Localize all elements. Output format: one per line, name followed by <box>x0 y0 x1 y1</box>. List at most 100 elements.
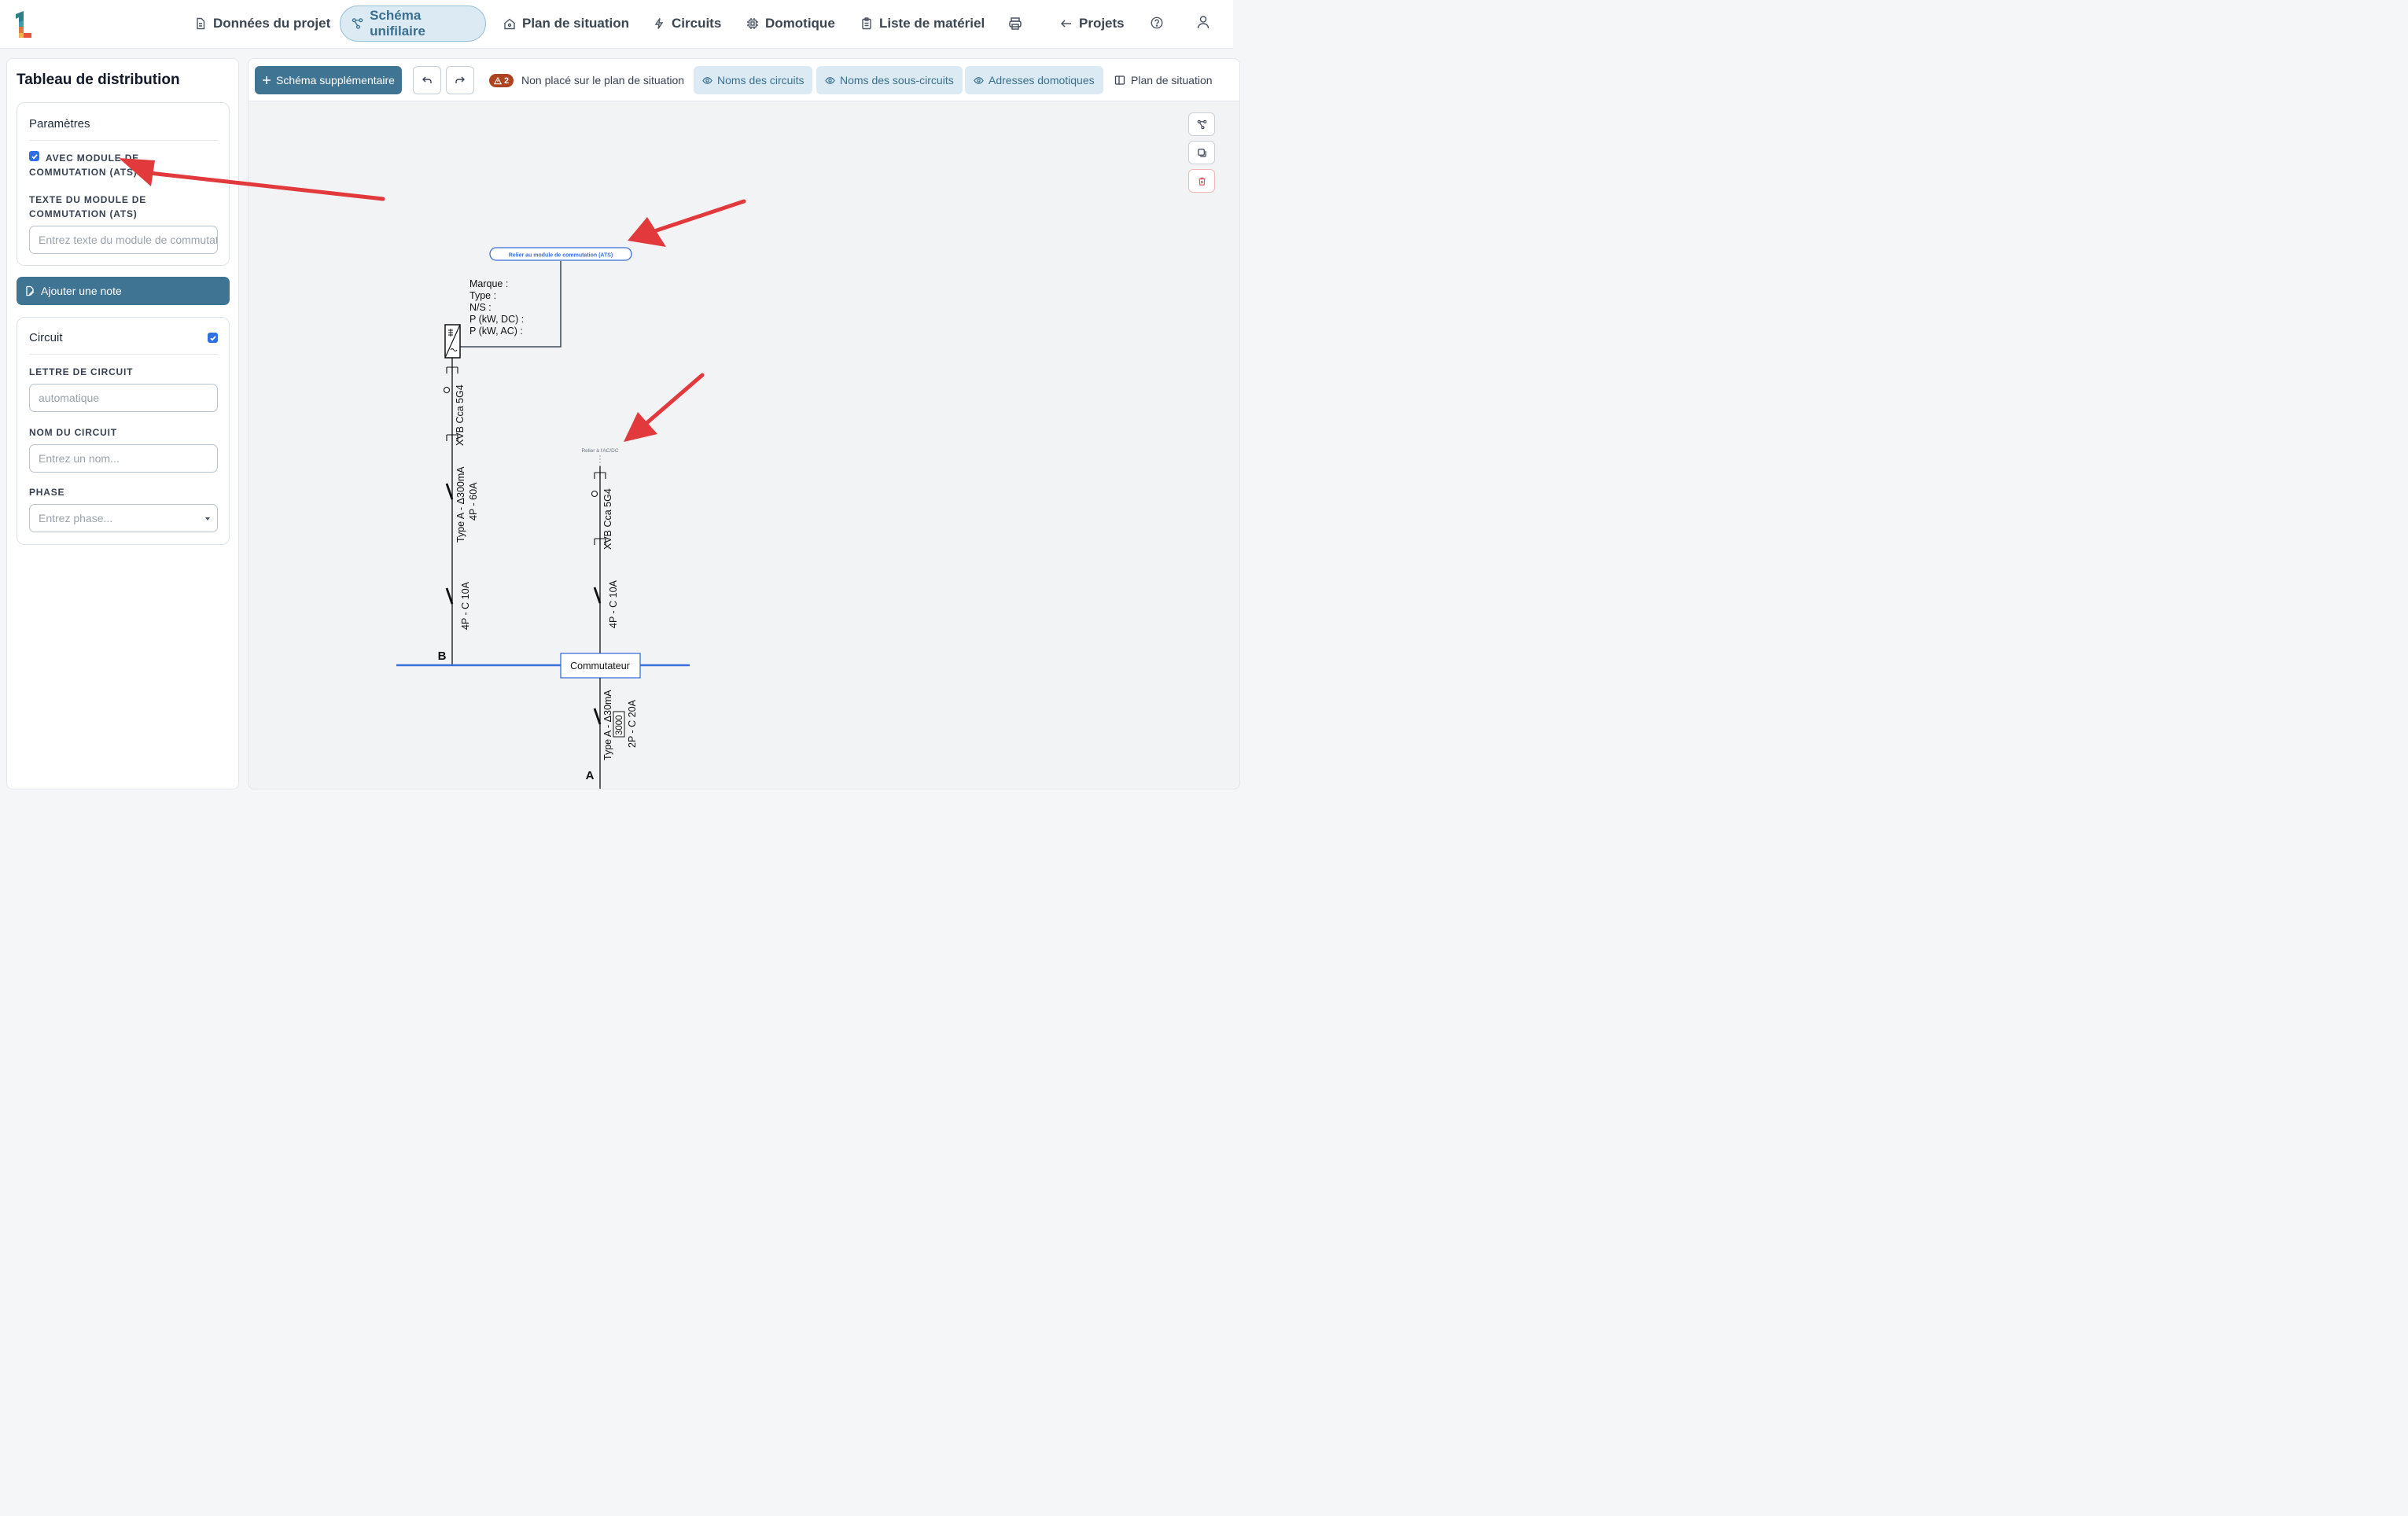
ats-text-placeholder: Entrez texte du module de commutation <box>39 234 218 246</box>
arrow-left-icon <box>1060 20 1071 28</box>
nav-label: Données du projet <box>213 16 331 31</box>
bottom-rcd-label-2: 2P - C 20A <box>627 699 638 748</box>
add-schema-button[interactable]: Schéma supplémentaire <box>255 66 402 94</box>
nav-donnees-projet[interactable]: Données du projet <box>183 6 341 42</box>
site-plan-label: Plan de situation <box>1131 74 1213 86</box>
nav-label: Liste de matériel <box>879 16 985 31</box>
ats-checkbox-label[interactable]: AVEC MODULE DE COMMUTATION (ATS) <box>29 151 218 179</box>
divider <box>29 140 218 141</box>
help-icon[interactable] <box>1150 16 1165 31</box>
inverter-power-ac: P (kW, AC) : <box>469 326 523 337</box>
busbar-b-label: B <box>438 649 447 663</box>
nav-domotique[interactable]: Domotique <box>735 6 846 42</box>
toggle-label: Adresses domotiques <box>989 74 1095 86</box>
circuit-letter-placeholder: automatique <box>39 392 100 404</box>
switch-label: Commutateur <box>570 660 630 672</box>
plus-icon <box>263 76 271 84</box>
busbar-a-label: A <box>586 769 595 782</box>
house-icon <box>504 18 515 30</box>
nav-label: Schéma unifilaire <box>370 8 425 39</box>
nav-liste-materiel[interactable]: Liste de matériel <box>849 6 996 42</box>
ground-icon <box>594 472 606 479</box>
inverter-serial: N/S : <box>469 302 492 313</box>
right-breaker-switch[interactable] <box>593 587 602 604</box>
nav-circuits[interactable]: Circuits <box>642 6 732 42</box>
circuit-checkbox[interactable] <box>208 333 218 343</box>
terminal-icon <box>591 490 598 498</box>
schema-canvas[interactable]: Relier au module de commutation (ATS) Ma… <box>249 101 1239 789</box>
redo-button[interactable] <box>446 66 474 94</box>
ats-text-label: TEXTE DU MODULE DE COMMUTATION (ATS) <box>29 194 147 219</box>
parameters-card: Paramètres AVEC MODULE DE COMMUTATION (A… <box>17 102 230 266</box>
toggle-home-automation-addresses[interactable]: Adresses domotiques <box>965 66 1103 94</box>
site-plan-toggle[interactable]: Plan de situation <box>1114 66 1213 94</box>
eye-icon <box>702 76 712 84</box>
divider <box>29 354 218 355</box>
right-breaker-label: 4P - C 10A <box>608 580 619 628</box>
undo-button[interactable] <box>413 66 441 94</box>
acdc-link-label[interactable]: Relier à l'AC/DC <box>581 448 618 454</box>
eye-icon <box>825 76 835 84</box>
toggle-label: Noms des circuits <box>717 74 805 86</box>
ground-icon <box>446 366 458 373</box>
circuit-name-input[interactable]: Entrez un nom... <box>29 444 218 473</box>
add-note-label: Ajouter une note <box>41 285 122 297</box>
nav-label: Plan de situation <box>522 16 630 31</box>
left-rcd-label-1: Type A - Δ300mA <box>455 466 466 543</box>
ats-link-node[interactable]: Relier au module de commutation (ATS) <box>489 247 632 261</box>
left-breaker-label: 4P - C 10A <box>460 581 471 630</box>
clipboard-icon <box>862 17 871 30</box>
add-schema-label: Schéma supplémentaire <box>276 74 395 86</box>
single-line-diagram: Relier au module de commutation (ATS) Ma… <box>396 247 690 789</box>
nav-label: Domotique <box>765 16 835 31</box>
left-cable-label: XVB Cca 5G4 <box>455 385 466 446</box>
undo-icon <box>422 76 432 83</box>
circuit-name-label: NOM DU CIRCUIT <box>29 427 117 438</box>
toggle-circuit-names[interactable]: Noms des circuits <box>694 66 813 94</box>
nav-projets[interactable]: Projets <box>1049 6 1136 42</box>
print-icon[interactable] <box>1007 16 1023 31</box>
note-edit-icon <box>26 285 35 296</box>
left-rcd-switch[interactable] <box>445 483 454 500</box>
terminal-icon <box>443 386 451 394</box>
bolt-icon <box>654 18 664 29</box>
phase-label: PHASE <box>29 487 65 498</box>
warning-count: 2 <box>504 75 510 86</box>
left-rcd-label-2: 4P - 60A <box>468 482 479 521</box>
circuit-card: Circuit LETTRE DE CIRCUIT automatique NO… <box>17 317 230 545</box>
warning-badge[interactable]: 2 <box>489 74 514 87</box>
changeover-switch-box[interactable]: Commutateur <box>560 653 641 679</box>
right-cable-label: XVB Cca 5G4 <box>602 488 613 550</box>
phase-select[interactable]: Entrez phase... <box>29 504 218 532</box>
add-note-button[interactable]: Ajouter une note <box>17 277 230 305</box>
parameters-title: Paramètres <box>29 117 90 131</box>
diagram-icon <box>352 18 363 29</box>
nav-label: Circuits <box>672 16 722 31</box>
schema-workspace: Schéma supplémentaire 2 Non placé sur le… <box>248 58 1240 789</box>
inverter-symbol[interactable] <box>444 324 461 359</box>
chip-icon <box>747 18 758 29</box>
left-breaker-switch[interactable] <box>445 587 454 605</box>
inverter-power-dc: P (kW, DC) : <box>469 314 524 325</box>
circuit-letter-label: LETTRE DE CIRCUIT <box>29 366 134 377</box>
schema-toolbar: Schéma supplémentaire 2 Non placé sur le… <box>249 59 1239 101</box>
nav-label: Projets <box>1079 16 1125 31</box>
circuit-letter-input[interactable]: automatique <box>29 384 218 412</box>
panel-title: Tableau de distribution <box>17 72 180 88</box>
circuit-name-placeholder: Entrez un nom... <box>39 452 120 465</box>
app-logo[interactable] <box>11 9 35 38</box>
ats-text-input[interactable]: Entrez texte du module de commutation <box>29 226 218 254</box>
user-icon[interactable] <box>1195 14 1211 30</box>
inverter-type: Type : <box>469 290 496 301</box>
phase-placeholder: Entrez phase... <box>39 512 113 524</box>
warning-text[interactable]: Non placé sur le plan de situation <box>521 74 684 86</box>
toggle-subcircuit-names[interactable]: Noms des sous-circuits <box>816 66 963 94</box>
nav-schema-unifilaire[interactable]: Schéma unifilaire <box>340 6 486 42</box>
redo-icon <box>455 76 465 83</box>
warning-icon <box>494 76 502 84</box>
toggle-label: Noms des sous-circuits <box>840 74 954 86</box>
circuit-title: Circuit <box>29 331 63 344</box>
nav-plan-situation[interactable]: Plan de situation <box>492 6 640 42</box>
split-view-icon <box>1114 75 1125 85</box>
bottom-rcd-switch[interactable] <box>593 708 602 725</box>
